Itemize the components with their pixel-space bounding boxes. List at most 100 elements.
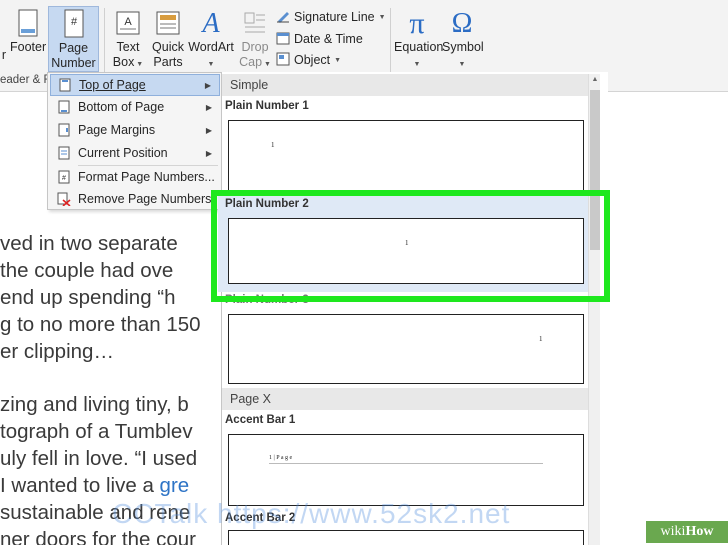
menu-item-remove-page-numbers[interactable]: Remove Page Numbers (50, 188, 220, 210)
signature-line-label: Signature Line (294, 10, 375, 24)
gallery-item-name: Accent Bar 1 (225, 414, 296, 426)
header-footer-group-label: eader & F (0, 74, 51, 86)
page-number-button[interactable]: # Page Number ▼ (48, 6, 99, 86)
page-number-gallery: Simple Plain Number 1 1 Plain Number 2 1… (218, 72, 608, 545)
doc-line-text: I wanted to live a (0, 474, 160, 497)
symbol-button[interactable]: Ω Symbol ▼ (442, 6, 484, 72)
menu-item-label: Top of Page (79, 78, 146, 92)
drop-cap-label-2: Cap (239, 55, 263, 69)
menu-item-bottom-of-page[interactable]: Bottom of Page ▶ (50, 96, 220, 118)
calendar-icon (276, 31, 290, 48)
drop-cap-button[interactable]: Drop Cap ▼ (238, 6, 272, 72)
omega-icon: Ω (451, 7, 473, 39)
page-number-label-2: Number (51, 56, 96, 70)
chevron-right-icon: ▶ (205, 102, 212, 112)
text-box-button[interactable]: A Text Box ▼ (110, 6, 146, 72)
chevron-down-icon: ▼ (334, 56, 342, 64)
doc-line: end up spending “h (0, 286, 176, 309)
chevron-down-icon: ▼ (458, 61, 466, 68)
text-box-label-1: Text (116, 40, 140, 54)
highlight-box (211, 190, 610, 302)
scroll-up-icon[interactable]: ▲ (589, 76, 601, 83)
svg-text:#: # (62, 175, 66, 182)
wordart-icon: A (202, 7, 220, 39)
doc-line: er clipping… (0, 340, 114, 363)
doc-line: ner doors for the cour (0, 528, 196, 545)
menu-item-top-of-page[interactable]: Top of Page ▶ (50, 74, 220, 96)
chevron-right-icon: ▶ (205, 125, 212, 135)
object-icon (276, 52, 290, 69)
signature-line-icon (276, 9, 290, 26)
menu-item-label: Bottom of Page (78, 100, 165, 114)
equation-button[interactable]: π Equation ▼ (394, 6, 444, 72)
quick-parts-label-1: Quick (152, 40, 184, 54)
current-position-icon (50, 146, 78, 160)
menu-item-page-margins[interactable]: Page Margins ▶ (50, 119, 220, 141)
chevron-right-icon: ▶ (205, 148, 212, 158)
gallery-item-accent-bar-2[interactable] (228, 530, 584, 545)
gallery-item-accent-bar-1[interactable]: 1 | P a g e (228, 434, 584, 506)
page-margins-icon (50, 123, 78, 137)
menu-item-format-page-numbers[interactable]: # Format Page Numbers... (50, 166, 220, 188)
doc-line: the couple had ove (0, 259, 174, 282)
wordart-label: WordArt (188, 40, 234, 54)
text-box-label-2: Box (112, 55, 135, 69)
page-number-menu: Top of Page ▶ Bottom of Page ▶ Page Marg… (47, 72, 223, 210)
doc-line: I wanted to live a gre (0, 474, 189, 498)
quick-parts-icon (150, 6, 186, 40)
pi-icon: π (409, 6, 425, 40)
doc-line: g to no more than 150 (0, 313, 201, 336)
menu-item-label: Current Position (78, 146, 168, 160)
footer-button[interactable]: Footer (10, 6, 46, 55)
text-box-icon: A (110, 6, 146, 40)
date-time-label: Date & Time (294, 32, 363, 46)
watermark: CCTalk https://www.52sk2.net (112, 498, 511, 529)
gallery-section-simple: Simple (222, 74, 590, 96)
group-separator (104, 8, 105, 78)
wikihow-badge: wikiHow (646, 521, 728, 543)
page-number-sample: 1 (539, 335, 543, 343)
drop-cap-label-1: Drop (241, 40, 269, 54)
svg-text:#: # (70, 16, 77, 28)
gallery-section-page-x: Page X (222, 388, 590, 410)
doc-line: uly fell in love. “I used (0, 447, 198, 470)
page-number-sample: 1 (271, 141, 275, 149)
doc-line: ved in two separate (0, 232, 178, 255)
page-top-icon (51, 78, 79, 92)
badge-how: How (685, 524, 714, 539)
chevron-down-icon: ▼ (134, 61, 144, 68)
symbol-label: Symbol (442, 40, 484, 54)
drop-cap-icon (238, 6, 272, 40)
page-number-label-1: Page (58, 41, 89, 55)
gallery-scrollbar[interactable]: ▲ (588, 74, 600, 545)
page-number-sample: 1 | P a g e (269, 455, 293, 461)
gallery-item-plain-number-1[interactable]: 1 (228, 120, 584, 200)
chevron-right-icon: ▶ (204, 80, 211, 90)
svg-text:A: A (124, 16, 132, 28)
badge-wiki: wiki (660, 524, 686, 539)
doc-line: zing and living tiny, b (0, 393, 189, 416)
chevron-down-icon: ▼ (207, 61, 215, 68)
accent-bar-line (269, 463, 543, 464)
quick-parts-label-2: Parts (153, 55, 183, 69)
footer-label: Footer (10, 40, 47, 54)
equation-label: Equation (394, 40, 444, 54)
chevron-down-icon: ▼ (262, 61, 271, 68)
menu-item-label: Format Page Numbers... (78, 170, 215, 184)
menu-item-label: Remove Page Numbers (78, 192, 212, 206)
object-button[interactable]: Object ▼ (276, 51, 341, 69)
chevron-down-icon: ▼ (378, 13, 386, 21)
object-label: Object (294, 53, 331, 67)
format-page-numbers-icon: # (50, 170, 78, 184)
doc-link[interactable]: gre (160, 474, 190, 497)
menu-item-current-position[interactable]: Current Position ▶ (50, 142, 220, 164)
page-number-icon: # (49, 7, 98, 41)
gallery-item-plain-number-3[interactable]: 1 (228, 314, 584, 384)
signature-line-button[interactable]: Signature Line ▼ (276, 8, 386, 26)
menu-item-label: Page Margins (78, 123, 156, 137)
page-bottom-icon (50, 100, 78, 114)
date-time-button[interactable]: Date & Time (276, 30, 363, 48)
wordart-button[interactable]: A WordArt ▼ (188, 6, 234, 72)
footer-icon (10, 6, 46, 40)
group-separator (390, 8, 391, 78)
